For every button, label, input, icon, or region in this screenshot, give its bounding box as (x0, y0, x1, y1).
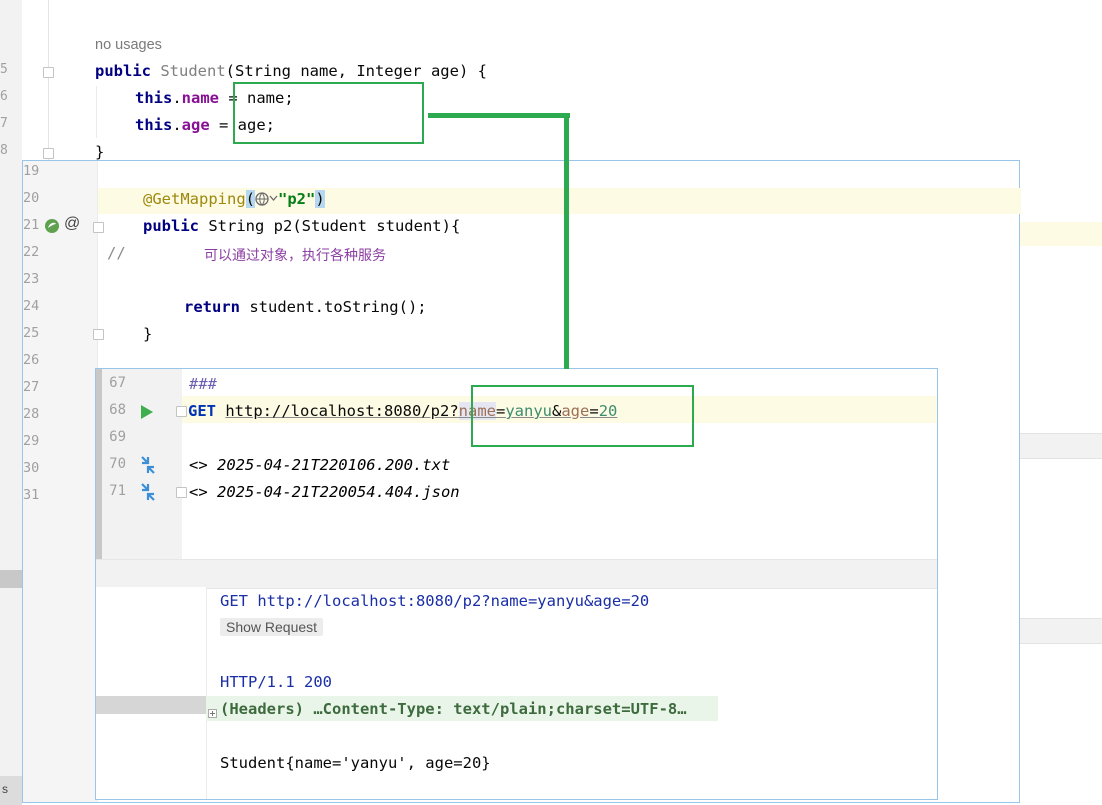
response-request-line: GET http://localhost:8080/p2?name=yanyu&… (220, 592, 650, 610)
response-toolbar (96, 559, 937, 589)
line-number: 30 (23, 460, 40, 476)
query-mark: ? (449, 402, 459, 420)
close-paren: ) (315, 190, 325, 208)
comment-marker: // (107, 244, 126, 262)
constructor-line: public Student(String name, Integer age)… (95, 62, 487, 80)
history-file-link[interactable]: <> 2025-04-21T220106.200.txt (189, 456, 450, 474)
gutter-divider (48, 0, 49, 160)
request-url[interactable]: http://localhost:8080/p2 (225, 402, 449, 420)
response-gutter-marker (96, 696, 206, 714)
line-number: 28 (23, 406, 40, 422)
line-number: 23 (23, 271, 40, 287)
open-paren: ( (245, 190, 255, 208)
fold-toggle-icon[interactable] (93, 222, 104, 233)
tool-window-tab[interactable]: s (0, 776, 22, 805)
at-symbol-icon[interactable]: @ (64, 215, 80, 233)
expand-headers-icon[interactable] (208, 703, 217, 718)
http-method: GET (188, 402, 216, 420)
headers-summary[interactable]: (Headers) …Content-Type: text/plain;char… (220, 700, 687, 718)
line-number: 29 (23, 433, 40, 449)
fold-toggle-icon[interactable] (176, 406, 187, 417)
line-number: 68 (109, 402, 126, 418)
dot: . (172, 116, 182, 134)
field-name: name (181, 89, 219, 107)
comment-slashes: // (107, 244, 126, 262)
show-request-button[interactable]: Show Request (220, 618, 324, 636)
fold-toggle-icon[interactable] (43, 67, 54, 78)
response-status: HTTP/1.1 200 (220, 673, 332, 691)
line-number: 19 (23, 163, 40, 179)
line-number: 70 (109, 456, 126, 472)
line-number: 31 (23, 487, 40, 503)
compare-icon[interactable] (138, 482, 158, 502)
line-number: 5 (0, 62, 7, 77)
scroll-marker (0, 570, 22, 588)
line-number: 21 (23, 217, 40, 233)
line-number: 20 (23, 190, 40, 206)
keyword: return (184, 298, 240, 316)
line-number: 26 (23, 352, 40, 368)
line-number: 22 (23, 244, 40, 260)
line-number: 67 (109, 375, 126, 391)
return-line: return student.toString(); (184, 298, 427, 316)
usages-hint[interactable]: no usages (95, 37, 162, 53)
fold-toggle-icon[interactable] (43, 148, 54, 159)
close-brace: } (143, 325, 153, 343)
method-signature-line: public String p2(Student student){ (143, 217, 460, 235)
globe-icon[interactable] (255, 192, 269, 206)
keyword: public (143, 217, 199, 235)
line-number: 27 (23, 379, 40, 395)
line-number: 69 (109, 429, 126, 445)
line-number: 24 (23, 298, 40, 314)
fold-toggle-icon[interactable] (93, 329, 104, 340)
line-number: 71 (109, 483, 126, 499)
annotation-connector (564, 113, 569, 369)
current-line-highlight (1020, 222, 1102, 246)
line-number: 8 (0, 143, 7, 158)
annotation-box-params (471, 385, 694, 447)
response-body: Student{name='yanyu', age=20} (220, 754, 491, 772)
this-keyword: this (135, 116, 173, 134)
fold-toggle-icon[interactable] (176, 487, 187, 498)
panel-header (1020, 618, 1102, 644)
return-expr: student.toString(); (240, 298, 427, 316)
path-string: "p2" (278, 190, 316, 208)
method-sig: String p2(Student student){ (199, 217, 461, 235)
response-gutter (96, 587, 207, 799)
annotation-line: @GetMapping( "p2") (143, 190, 325, 208)
annotation-connector (428, 113, 570, 118)
constructor-params: (String name, Integer age) { (225, 62, 487, 80)
line-number: 7 (0, 116, 7, 131)
dot: . (172, 89, 182, 107)
this-keyword: this (135, 89, 173, 107)
request-separator: ### (189, 375, 217, 393)
compare-icon[interactable] (138, 455, 158, 475)
field-age: age (181, 116, 210, 134)
bean-icon[interactable] (44, 218, 60, 234)
annotation-box-fields (233, 82, 424, 144)
line-number: 6 (0, 89, 7, 104)
line-number: 25 (23, 325, 40, 341)
chevron-down-icon[interactable] (269, 191, 278, 205)
history-file-link[interactable]: <> 2025-04-21T220054.404.json (189, 483, 460, 501)
indent-guide (96, 86, 97, 138)
comment-text: 可以通过对象，执行各种服务 (204, 248, 386, 264)
run-request-icon[interactable] (140, 404, 154, 420)
constructor-name: Student (160, 62, 226, 80)
close-brace: } (95, 143, 105, 161)
keyword: public (95, 62, 151, 80)
tab-label: s (2, 782, 8, 796)
getmapping-annotation: @GetMapping (143, 190, 246, 208)
panel-header (1020, 433, 1102, 459)
